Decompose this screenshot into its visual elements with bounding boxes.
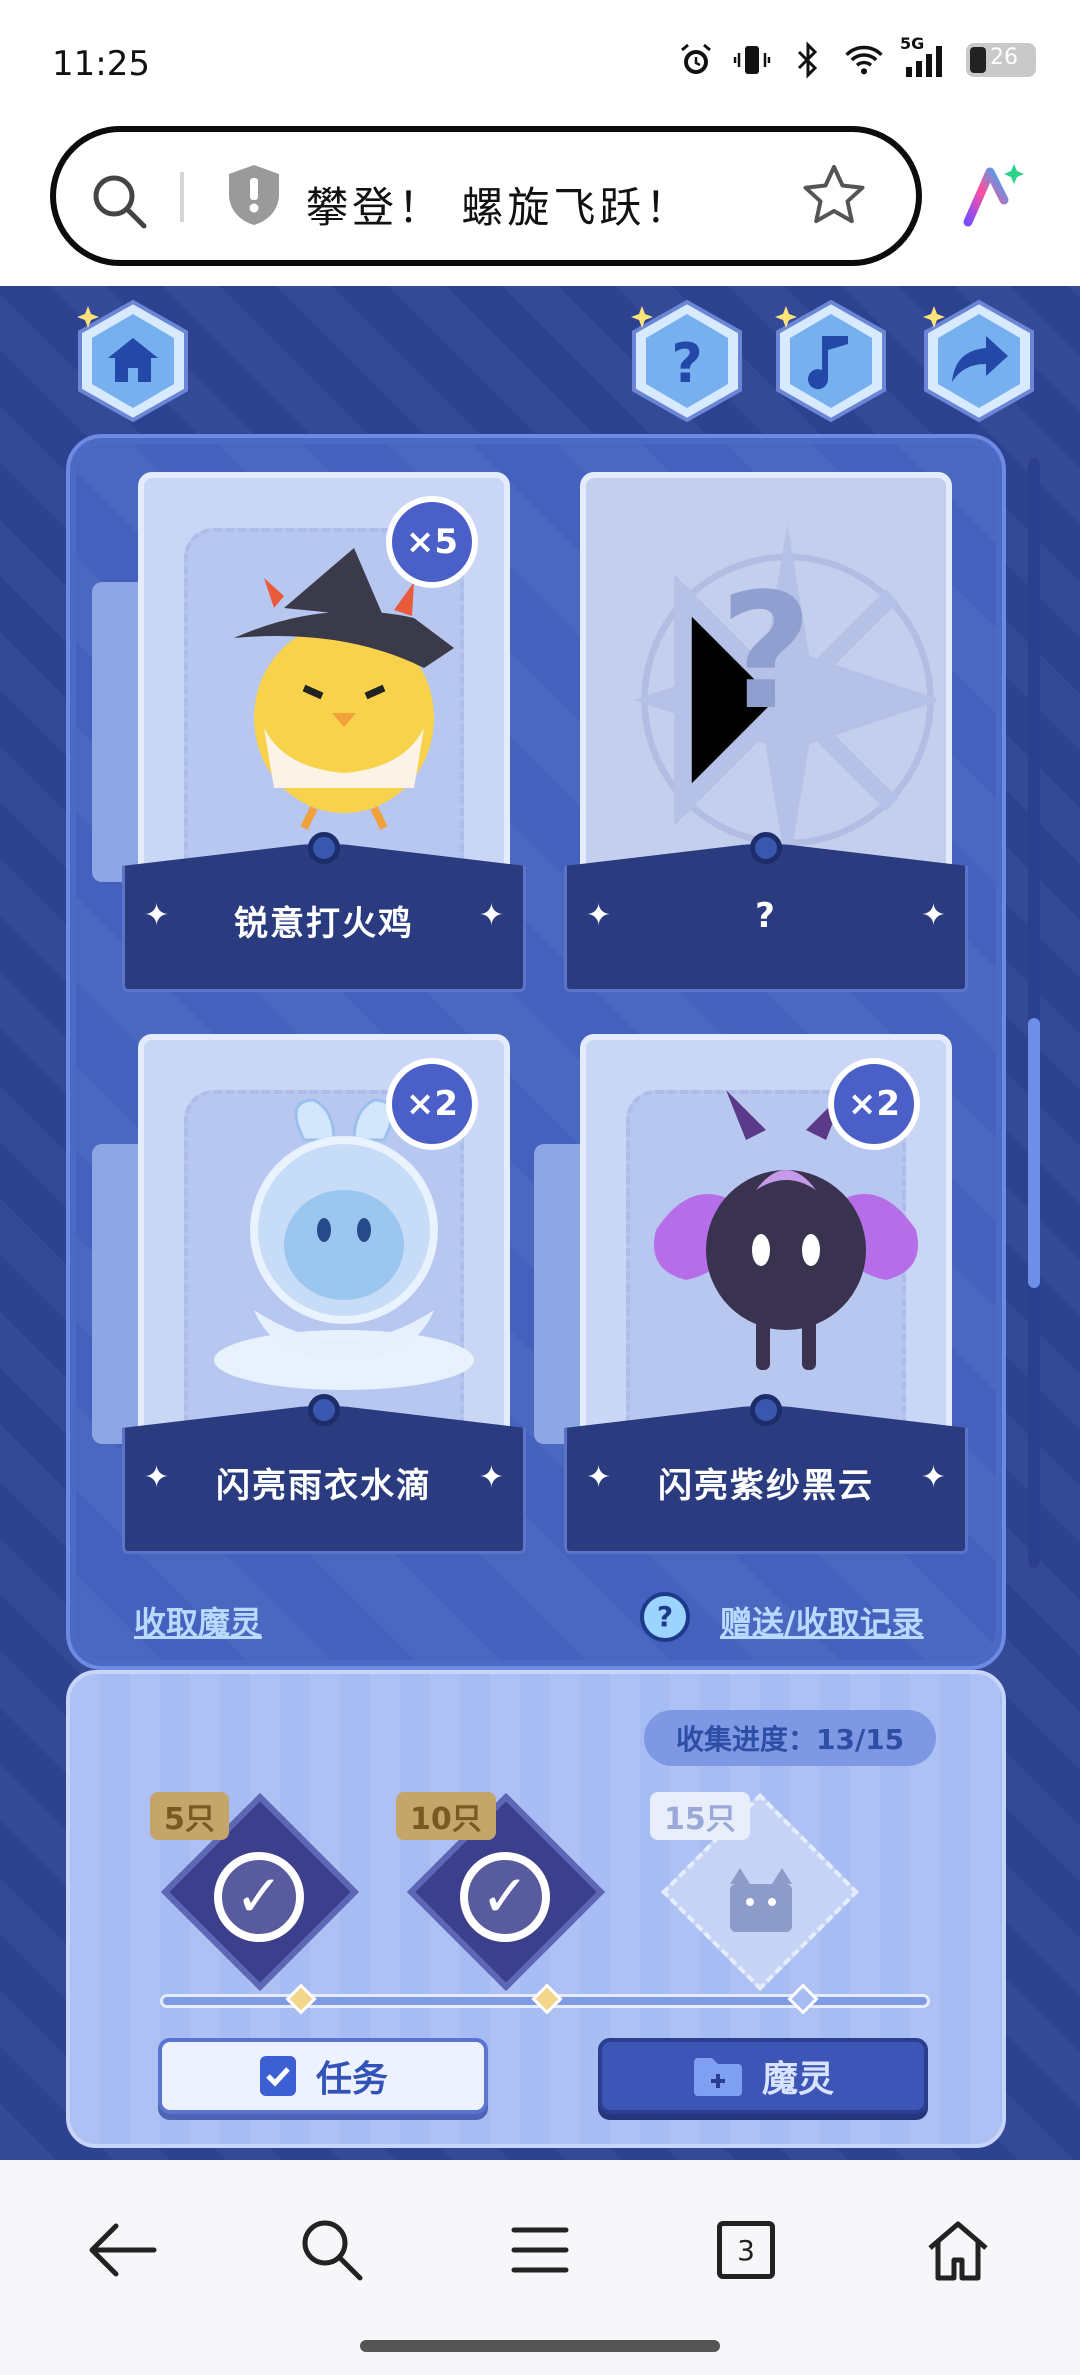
milestone-reward-locked[interactable]: 15只 xyxy=(650,1792,859,1992)
card-spirit[interactable]: ×5 ✦ 锐意打火鸡 ✦ xyxy=(92,472,526,992)
star-icon[interactable] xyxy=(800,162,868,234)
question-mark-icon: ? xyxy=(719,558,813,745)
count-badge: ×5 xyxy=(386,496,478,588)
task-icon xyxy=(259,2056,296,2096)
spirit-button[interactable]: 魔灵 xyxy=(598,2038,928,2114)
search-button[interactable] xyxy=(292,2210,372,2290)
status-bar: 11:25 5G 26 xyxy=(0,0,1080,120)
home-nav-button[interactable] xyxy=(918,2210,998,2290)
status-icons: 5G 26 xyxy=(676,34,1036,80)
divider xyxy=(180,172,184,222)
milestone-label: 10只 xyxy=(396,1792,496,1840)
home-button[interactable] xyxy=(68,296,198,426)
card-spirit[interactable]: ×2 ✦ 闪亮紫纱黑云 ✦ xyxy=(534,1034,968,1554)
search-icon[interactable] xyxy=(88,170,152,238)
check-icon: ✓ xyxy=(460,1852,550,1942)
cellular-5g-icon: 5G xyxy=(900,34,950,80)
music-button[interactable] xyxy=(766,296,896,426)
tabs-count: 3 xyxy=(717,2221,775,2279)
milestone-label: 5只 xyxy=(150,1792,229,1840)
gesture-bar[interactable] xyxy=(360,2340,720,2352)
back-button[interactable] xyxy=(82,2210,162,2290)
alarm-icon xyxy=(676,40,716,80)
back-arrow-icon xyxy=(89,2223,157,2277)
card-spirit-locked[interactable]: ? ✦ ? ✦ xyxy=(564,472,968,992)
milestone-reward[interactable]: ✓ 10只 xyxy=(396,1792,605,1992)
milestone-label: 15只 xyxy=(650,1792,750,1840)
scrollbar[interactable] xyxy=(1028,458,1040,1568)
card-name: ? xyxy=(755,896,777,936)
card-name: 闪亮紫纱黑云 xyxy=(658,1466,874,1506)
task-button[interactable]: 任务 xyxy=(158,2038,488,2114)
sparkle-icon: ✦ xyxy=(920,1460,946,1495)
search-icon xyxy=(302,2220,363,2281)
shield-icon[interactable] xyxy=(224,162,284,232)
game-area: ? ×5 ✦ 锐意打火鸡 ✦ ? ✦ ? ✦ ×2 ✦ 闪亮雨衣水滴 ✦ ×2 … xyxy=(0,286,1080,2160)
plate-gem xyxy=(308,832,340,864)
milestone-reward[interactable]: ✓ 5只 xyxy=(150,1792,359,1992)
task-button-label: 任务 xyxy=(315,2059,388,2100)
card-name: 锐意打火鸡 xyxy=(234,904,414,944)
plate-gem xyxy=(750,832,782,864)
address-bar[interactable]: 攀登！ 螺旋飞跃！ xyxy=(50,126,922,266)
share-button[interactable] xyxy=(914,296,1044,426)
svg-text:?: ? xyxy=(671,332,702,395)
count-badge: ×2 xyxy=(386,1058,478,1150)
check-icon: ✓ xyxy=(214,1852,304,1942)
progress-panel: 收集进度：13/15 ✓ 5只 ✓ 10只 15只 任务 魔灵 xyxy=(66,1670,1006,2148)
battery-icon: 26 xyxy=(966,43,1036,77)
ai-assistant-icon[interactable] xyxy=(958,160,1028,234)
card-spirit[interactable]: ×2 ✦ 闪亮雨衣水滴 ✦ xyxy=(92,1034,526,1554)
sparkle-icon: ✦ xyxy=(478,1460,504,1495)
menu-icon xyxy=(511,2227,569,2273)
tabs-button[interactable]: 3 xyxy=(706,2210,786,2290)
network-label: 5G xyxy=(900,34,925,53)
collect-spirit-link[interactable]: 收取魔灵 xyxy=(134,1598,262,1644)
page-title[interactable]: 攀登！ 螺旋飞跃！ xyxy=(306,174,691,235)
record-help-icon[interactable]: ? xyxy=(640,1592,690,1642)
gift-box-icon xyxy=(730,1868,792,1932)
browser-toolbar: 攀登！ 螺旋飞跃！ xyxy=(0,120,1080,286)
plate-gem xyxy=(750,1394,782,1426)
collection-progress: 收集进度：13/15 xyxy=(644,1710,937,1766)
wifi-icon xyxy=(844,40,884,80)
card-name: 闪亮雨衣水滴 xyxy=(216,1466,432,1506)
help-button[interactable]: ? xyxy=(622,296,752,426)
bluetooth-icon xyxy=(788,40,828,80)
home-icon xyxy=(928,2221,988,2281)
menu-button[interactable] xyxy=(500,2210,580,2290)
count-badge: ×2 xyxy=(828,1058,920,1150)
gift-record-link[interactable]: 赠送/收取记录 xyxy=(720,1598,924,1644)
status-time: 11:25 xyxy=(52,44,150,84)
vibrate-icon xyxy=(732,40,772,80)
folder-icon xyxy=(693,2058,742,2096)
scroll-thumb[interactable] xyxy=(1028,1018,1040,1288)
sparkle-icon: ✦ xyxy=(920,898,946,933)
plate-gem xyxy=(308,1394,340,1426)
sparkle-icon: ✦ xyxy=(478,898,504,933)
spirit-button-label: 魔灵 xyxy=(761,2059,834,2100)
battery-level: 26 xyxy=(990,45,1018,70)
